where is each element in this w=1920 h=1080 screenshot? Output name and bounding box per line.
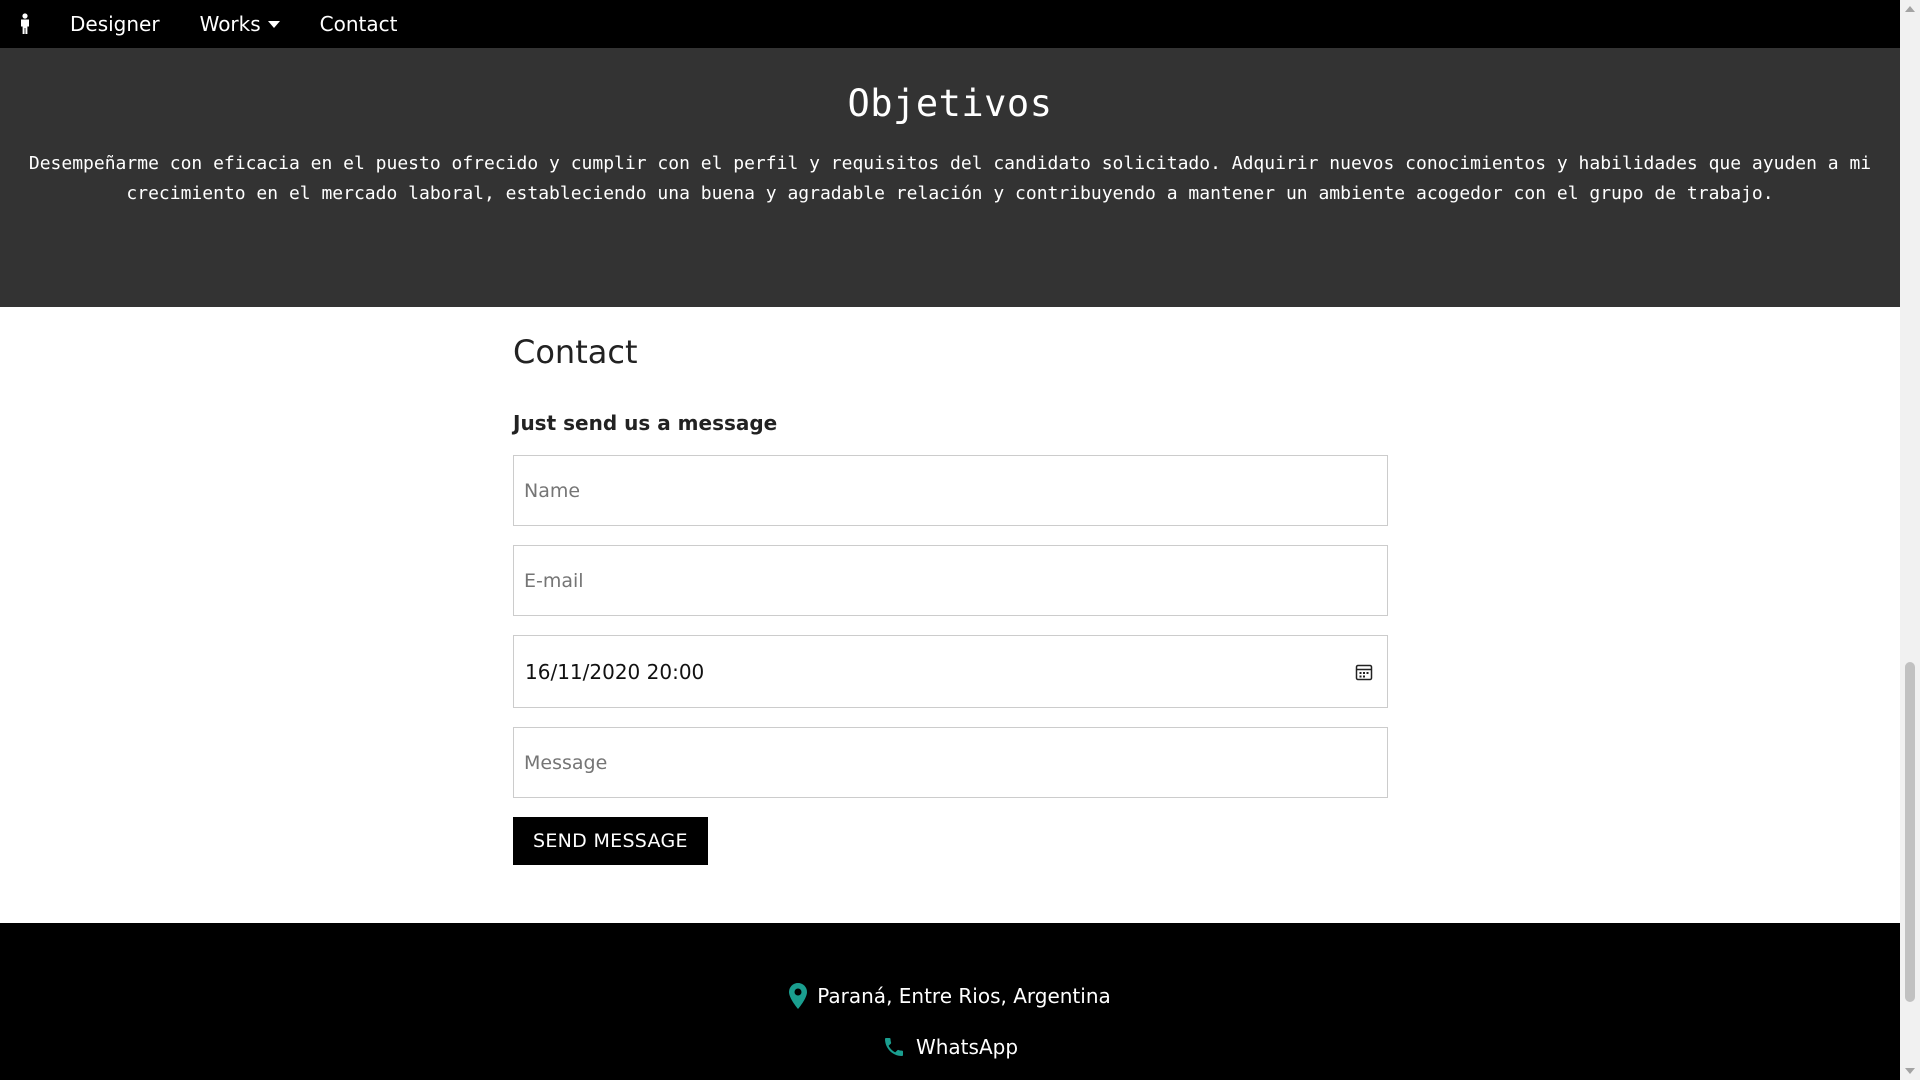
vertical-scrollbar[interactable]: [1900, 0, 1920, 1080]
footer-location: Paraná, Entre Rios, Argentina: [0, 983, 1900, 1009]
datetime-input[interactable]: 16/11/2020 20:00: [513, 635, 1388, 708]
footer: Paraná, Entre Rios, Argentina WhatsApp: [0, 923, 1900, 1080]
nav-contact-label: Contact: [319, 12, 398, 36]
phone-icon: [882, 1035, 906, 1059]
page: Designer Works Contact Objetivos Desempe…: [0, 0, 1900, 1080]
scroll-down-arrow-icon[interactable]: [1905, 1068, 1915, 1074]
nav-works-dropdown[interactable]: Works: [180, 0, 300, 48]
map-marker-icon: [789, 983, 808, 1009]
name-input[interactable]: [513, 455, 1388, 526]
objetivos-text: Desempeñarme con eficacia en el puesto o…: [28, 153, 1872, 204]
nav-designer-label: Designer: [70, 12, 160, 36]
footer-whatsapp-link[interactable]: WhatsApp: [0, 1035, 1900, 1059]
top-navigation: Designer Works Contact: [0, 0, 1900, 48]
calendar-icon[interactable]: [1355, 663, 1373, 681]
message-input[interactable]: [513, 727, 1388, 798]
send-message-button[interactable]: SEND MESSAGE: [513, 817, 708, 865]
footer-whatsapp-text: WhatsApp: [915, 1035, 1019, 1059]
nav-contact[interactable]: Contact: [300, 0, 418, 48]
objetivos-title: Objetivos: [847, 82, 1053, 125]
objetivos-section: Objetivos Desempeñarme con eficacia en e…: [0, 48, 1900, 307]
contact-subtitle: Just send us a message: [513, 411, 778, 435]
nav-designer[interactable]: Designer: [50, 0, 180, 48]
caret-down-icon: [267, 20, 280, 28]
contact-title: Contact: [513, 333, 638, 371]
footer-location-text: Paraná, Entre Rios, Argentina: [817, 984, 1111, 1008]
datetime-value: 16/11/2020 20:00: [525, 659, 705, 684]
person-icon: [21, 13, 29, 34]
scroll-up-arrow-icon[interactable]: [1905, 6, 1915, 12]
nav-works-label: Works: [199, 12, 261, 36]
scrollbar-thumb[interactable]: [1905, 662, 1915, 1002]
contact-section: Contact Just send us a message 16/11/202…: [513, 307, 1388, 865]
email-input[interactable]: [513, 545, 1388, 616]
home-logo[interactable]: [0, 0, 50, 48]
